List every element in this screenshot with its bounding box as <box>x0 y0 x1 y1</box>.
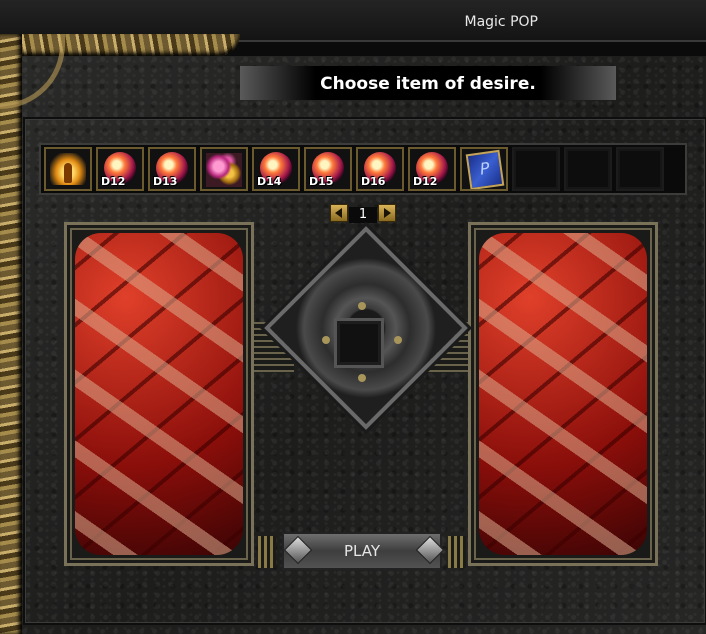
prompt-banner: Choose item of desire. <box>240 66 616 100</box>
page-number: 1 <box>349 207 377 223</box>
item-slot[interactable]: D13 <box>148 147 196 191</box>
left-pillar <box>258 536 276 568</box>
page-selector: 1 <box>326 204 398 224</box>
prompt-text: Choose item of desire. <box>320 74 536 94</box>
item-slot[interactable]: D14 <box>252 147 300 191</box>
item-label: D12 <box>101 175 126 188</box>
right-card-back[interactable] <box>479 233 647 555</box>
item-slot[interactable]: P <box>460 147 508 191</box>
item-slot[interactable]: D12 <box>408 147 456 191</box>
item-slot[interactable]: D15 <box>304 147 352 191</box>
item-label: D13 <box>153 175 178 188</box>
stud-icon <box>322 336 330 344</box>
right-card-frame <box>468 222 658 566</box>
ornate-frame-left <box>0 34 22 634</box>
window-title: Magic POP <box>464 14 539 30</box>
left-card-frame <box>64 222 254 566</box>
next-page-arrow-icon[interactable] <box>378 204 396 222</box>
left-card-back[interactable] <box>75 233 243 555</box>
item-label: D14 <box>257 175 282 188</box>
item-slot[interactable]: D12 <box>96 147 144 191</box>
stud-icon <box>358 374 366 382</box>
right-pillar <box>448 536 466 568</box>
item-slot[interactable] <box>200 147 248 191</box>
item-label: D16 <box>361 175 386 188</box>
empty-item-slot <box>564 147 612 191</box>
item-selection-row: D12 D13 D14 D15 D16 D12 P <box>39 143 687 195</box>
prev-page-arrow-icon[interactable] <box>330 204 348 222</box>
stud-icon <box>358 302 366 310</box>
stud-icon <box>394 336 402 344</box>
empty-item-slot <box>616 147 664 191</box>
item-slot[interactable] <box>44 147 92 191</box>
flower-pet-icon <box>206 153 242 187</box>
item-slot[interactable]: D16 <box>356 147 404 191</box>
empty-item-slot <box>512 147 560 191</box>
center-item-slot[interactable] <box>334 318 384 368</box>
golden-wings-icon <box>50 153 86 185</box>
blue-card-icon: P <box>465 149 505 189</box>
item-label: D15 <box>309 175 334 188</box>
play-area: PLAY <box>256 532 468 570</box>
item-label: D12 <box>413 175 438 188</box>
